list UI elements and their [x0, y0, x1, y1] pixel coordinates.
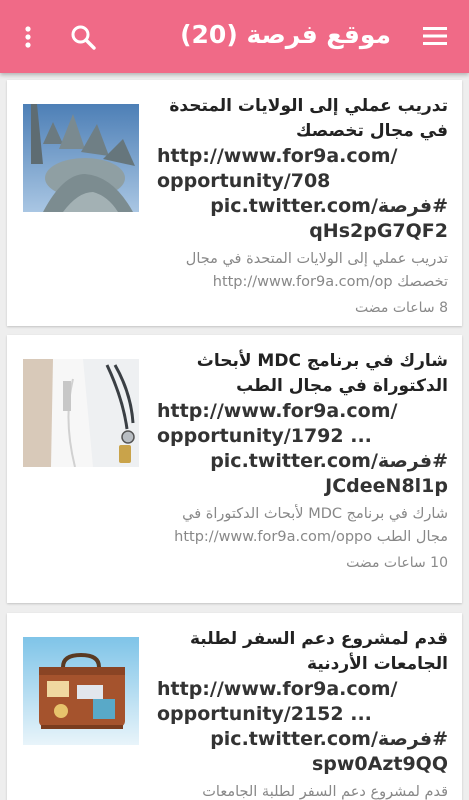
post-headline[interactable]: تدريب عملي إلى الولايات المتحدة في مجال … [149, 94, 448, 144]
tweet-hashtag[interactable]: #فرصة/pic.twitter.com [149, 449, 448, 474]
post-description: شارك في برنامج MDC لأبحاث الدكتوراة في م… [174, 506, 448, 545]
post-headline[interactable]: شارك في برنامج MDC لأبحاث الدكتوراة في م… [149, 349, 448, 399]
post-link-line1[interactable]: http://www.for9a.com/ [157, 677, 448, 702]
post-content: قدم لمشروع دعم السفر لطلبة الجامعات الأر… [149, 627, 448, 800]
post-card[interactable]: شارك في برنامج MDC لأبحاث الدكتوراة في م… [7, 335, 462, 603]
post-link-line2[interactable]: opportunity/2152 ... [157, 702, 448, 727]
post-card[interactable]: تدريب عملي إلى الولايات المتحدة في مجال … [7, 80, 462, 326]
post-link-line2[interactable]: opportunity/708 [157, 169, 448, 194]
tweet-code[interactable]: JCdeeN8l1p [149, 474, 448, 499]
tweet-code[interactable]: qHs2pG7QF2 [149, 219, 448, 244]
post-content: تدريب عملي إلى الولايات المتحدة في مجال … [149, 94, 448, 316]
tweet-code[interactable]: spw0Azt9QQ [149, 752, 448, 777]
tweet-hashtag[interactable]: #فرصة/pic.twitter.com [149, 194, 448, 219]
post-description: تدريب عملي إلى الولايات المتحدة في مجال … [185, 251, 448, 290]
post-link-line1[interactable]: http://www.for9a.com/ [157, 399, 448, 424]
post-time: 10 ساعات مضت [346, 555, 448, 571]
posts-feed[interactable]: تدريب عملي إلى الولايات المتحدة في مجال … [0, 73, 469, 800]
post-description: قدم لمشروع دعم السفر لطلبة الجامعات [202, 784, 448, 800]
post-image-vintage-suitcase[interactable] [23, 637, 139, 745]
post-card[interactable]: قدم لمشروع دعم السفر لطلبة الجامعات الأر… [7, 613, 462, 800]
search-icon[interactable] [66, 20, 100, 54]
tweet-pic-link[interactable]: #فرصة/pic.twitter.com qHs2pG7QF2 [149, 194, 448, 244]
post-image-statue-of-liberty[interactable] [23, 104, 139, 212]
tweet-hashtag[interactable]: #فرصة/pic.twitter.com [149, 727, 448, 752]
more-vertical-icon[interactable] [14, 20, 42, 54]
post-link-line2[interactable]: opportunity/1792 ... [157, 424, 448, 449]
post-link[interactable]: http://www.for9a.com/ opportunity/708 [149, 144, 448, 194]
page-title: موقع فرصة (20) [180, 20, 391, 49]
post-link[interactable]: http://www.for9a.com/ opportunity/1792 .… [149, 399, 448, 449]
post-time: 8 ساعات مضت [354, 300, 448, 316]
post-image-doctor-stethoscope[interactable] [23, 359, 139, 467]
app-bar: موقع فرصة (20) [0, 0, 469, 73]
post-link[interactable]: http://www.for9a.com/ opportunity/2152 .… [149, 677, 448, 727]
post-link-line1[interactable]: http://www.for9a.com/ [157, 144, 448, 169]
hamburger-menu-icon[interactable] [419, 20, 451, 52]
post-content: شارك في برنامج MDC لأبحاث الدكتوراة في م… [149, 349, 448, 571]
tweet-pic-link[interactable]: #فرصة/pic.twitter.com JCdeeN8l1p [149, 449, 448, 499]
tweet-pic-link[interactable]: #فرصة/pic.twitter.com spw0Azt9QQ [149, 727, 448, 777]
post-headline[interactable]: قدم لمشروع دعم السفر لطلبة الجامعات الأر… [149, 627, 448, 677]
